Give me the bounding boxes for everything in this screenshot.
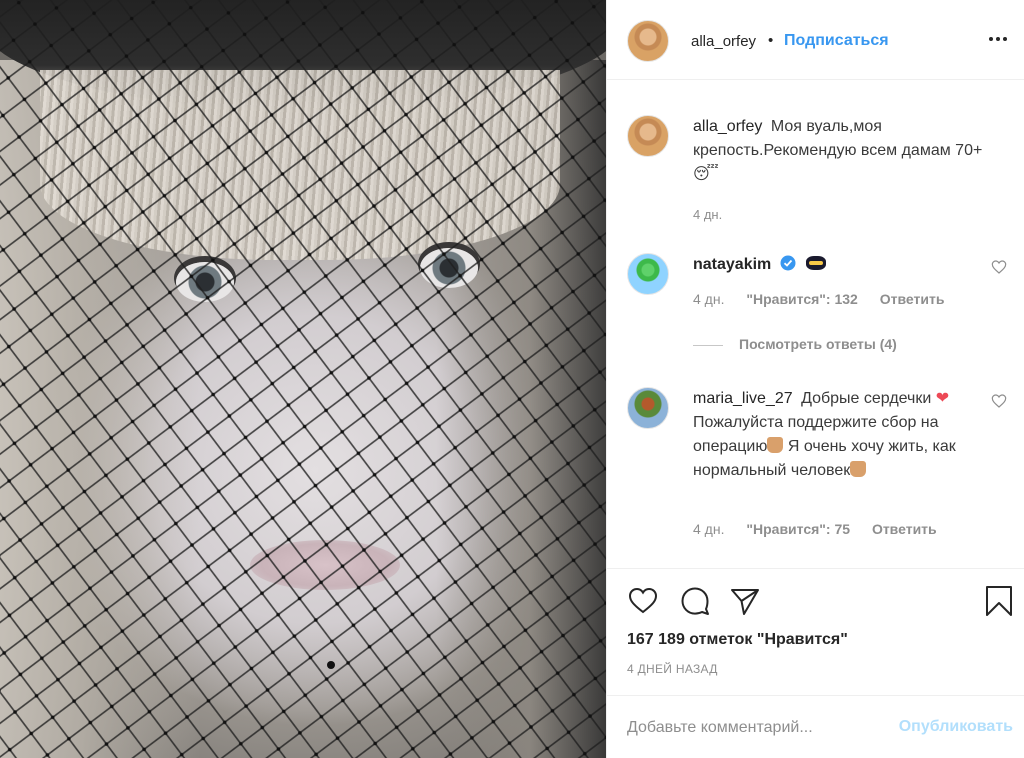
red-heart-icon: ❤ (935, 390, 950, 407)
comment-like-heart-icon[interactable] (991, 393, 1007, 409)
comment-body: natayakim (693, 253, 973, 277)
caption-text: alla_orfey Моя вуаль,моя крепость.Рекоме… (693, 115, 993, 187)
caption-avatar[interactable] (627, 115, 669, 157)
separator-dot: • (768, 32, 774, 49)
comment-input[interactable] (627, 714, 887, 742)
comment-time[interactable]: 4 дн. (693, 521, 724, 537)
comment-bubble-icon[interactable] (679, 585, 711, 617)
reply-button[interactable]: Ответить (880, 291, 945, 307)
post-header: alla_orfey • Подписаться (607, 0, 1024, 80)
commenter-avatar[interactable] (627, 387, 669, 429)
post-actions: 167 189 отметок "Нравится" 4 ДНЕЙ НАЗАД … (607, 568, 1024, 758)
bookmark-icon[interactable] (983, 585, 1015, 617)
comment-time[interactable]: 4 дн. (693, 291, 724, 307)
reply-button[interactable]: Ответить (872, 521, 937, 537)
commenter-avatar[interactable] (627, 253, 669, 295)
comment-emoji-icon (806, 256, 827, 270)
comment-username[interactable]: natayakim (693, 256, 771, 273)
sleeping-emoji: 😴 (693, 166, 719, 183)
comment-meta: 4 дн. "Нравится": 75 Ответить (693, 521, 955, 537)
view-replies-label: Посмотреть ответы (4) (739, 336, 897, 352)
verified-badge-icon (780, 255, 796, 271)
post-timestamp[interactable]: 4 ДНЕЙ НАЗАД (627, 662, 718, 676)
more-options-icon[interactable] (989, 30, 1013, 50)
follow-button[interactable]: Подписаться (784, 32, 889, 50)
comment-like-heart-icon[interactable] (991, 259, 1007, 275)
caption-username[interactable]: alla_orfey (693, 118, 762, 135)
view-replies-button[interactable]: Посмотреть ответы (4) (693, 336, 897, 352)
praying-hands-icon (767, 437, 784, 453)
author-avatar[interactable] (627, 20, 669, 62)
likes-count[interactable]: 167 189 отметок "Нравится" (627, 631, 848, 649)
comment-body: maria_live_27 Добрые сердечки ❤ Пожалуйс… (693, 387, 973, 483)
comment-text-part1: Добрые сердечки (801, 390, 932, 407)
replies-divider (693, 344, 723, 346)
caption-time[interactable]: 4 дн. (693, 207, 722, 222)
comment-likes[interactable]: "Нравится": 75 (746, 521, 850, 537)
post-photo[interactable] (0, 0, 606, 758)
publish-button[interactable]: Опубликовать (899, 718, 1013, 736)
comment-meta: 4 дн. "Нравится": 132 Ответить (693, 291, 962, 307)
comments-list[interactable]: alla_orfey Моя вуаль,моя крепость.Рекоме… (607, 81, 1024, 568)
add-comment-bar: Опубликовать (607, 695, 1024, 758)
comment-likes[interactable]: "Нравится": 132 (746, 291, 857, 307)
author-username[interactable]: alla_orfey (691, 33, 756, 50)
comment-username[interactable]: maria_live_27 (693, 390, 793, 407)
praying-hands-icon (850, 461, 867, 477)
post-side-panel: alla_orfey • Подписаться alla_orfey Моя … (606, 0, 1024, 758)
like-heart-icon[interactable] (627, 585, 659, 617)
share-paper-plane-icon[interactable] (729, 585, 761, 617)
veil-net (0, 0, 606, 758)
